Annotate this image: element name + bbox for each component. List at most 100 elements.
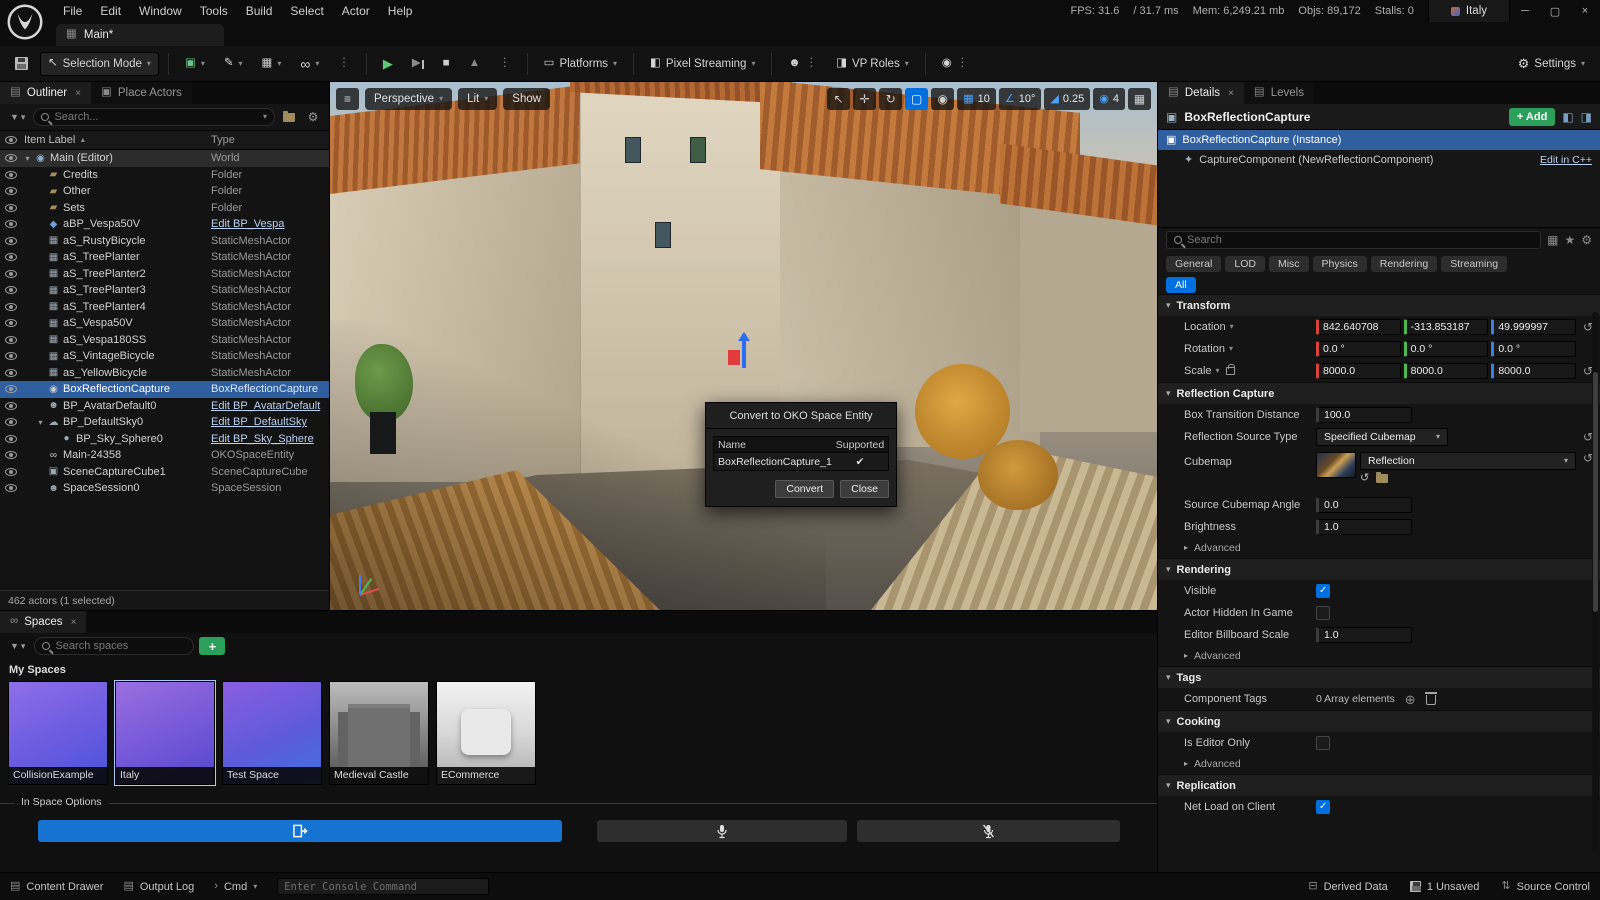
scrollbar-thumb[interactable] [1593, 372, 1598, 612]
add-component-button[interactable]: + Add [1509, 108, 1555, 126]
add-actor-button[interactable]: ▣▾ [178, 52, 212, 76]
close-button[interactable]: × [1570, 0, 1600, 22]
instance-row[interactable]: ▣ BoxReflectionCapture (Instance) [1158, 130, 1600, 150]
cinematics-button[interactable]: ∞▾ [293, 52, 326, 76]
unsaved-button[interactable]: 1 Unsaved [1410, 881, 1480, 893]
scale-x-field[interactable]: 8000.0 [1316, 363, 1401, 379]
scale-label[interactable]: Scale▾ [1184, 365, 1316, 377]
browse-to-asset-icon[interactable] [1376, 474, 1388, 483]
visibility-eye-icon[interactable] [0, 187, 22, 195]
rendering-advanced-expander[interactable]: ▸Advanced [1158, 646, 1600, 666]
edit-in-cpp-link[interactable]: Edit in C++ [1540, 154, 1592, 166]
table-row[interactable]: aS_TreePlanter2 StaticMeshActor [0, 266, 329, 283]
tab-details[interactable]: ▤ Details × [1158, 82, 1244, 104]
table-row[interactable]: Sets Folder [0, 200, 329, 217]
space-card[interactable]: Medieval Castle [329, 681, 429, 785]
use-selected-asset-icon[interactable]: ↺ [1360, 473, 1369, 484]
world-local-toggle[interactable]: ◉ [931, 88, 954, 110]
actor-hidden-checkbox[interactable] [1316, 606, 1330, 620]
table-row[interactable]: aS_TreePlanter StaticMeshActor [0, 249, 329, 266]
net-load-checkbox[interactable] [1316, 800, 1330, 814]
camera-button[interactable]: ◉⋮ [935, 52, 976, 76]
select-tool-button[interactable]: ↖ [827, 88, 850, 110]
visibility-eye-icon[interactable] [0, 336, 22, 344]
tab-spaces[interactable]: ∞ Spaces × [0, 611, 86, 633]
tab-main-level[interactable]: ▦ Main* [56, 24, 224, 46]
scale-tool-button[interactable]: ▢ [905, 88, 928, 110]
section-cooking[interactable]: ▾Cooking [1158, 710, 1600, 732]
visible-checkbox[interactable] [1316, 584, 1330, 598]
favorites-star-icon[interactable]: ★ [1564, 234, 1575, 246]
search-input[interactable] [1187, 234, 1533, 246]
vp-roles-dropdown[interactable]: ◨ VP Roles ▾ [829, 52, 916, 76]
visibility-eye-icon[interactable] [0, 270, 22, 278]
gizmo-blue-axis[interactable] [742, 334, 746, 368]
table-row[interactable]: BoxReflectionCapture BoxReflectionCaptur… [0, 381, 329, 398]
space-card[interactable]: ECommerce [436, 681, 536, 785]
camera-speed-control[interactable]: ◉ 4 [1093, 88, 1125, 110]
filter-chip[interactable]: Rendering [1371, 256, 1437, 272]
visibility-eye-icon[interactable] [0, 204, 22, 212]
box-transition-field[interactable]: 100.0 [1316, 407, 1412, 423]
close-tab-icon[interactable]: × [1228, 88, 1234, 99]
filter-chip-all[interactable]: All [1166, 277, 1196, 293]
source-type-dropdown[interactable]: Specified Cubemap▾ [1316, 428, 1448, 446]
visibility-eye-icon[interactable] [0, 220, 22, 228]
save-button[interactable] [8, 52, 35, 76]
cmd-dropdown[interactable]: › Cmd ▾ [214, 881, 257, 893]
filter-button[interactable]: ▼▾ [6, 111, 29, 124]
brightness-field[interactable]: 1.0 [1316, 519, 1412, 535]
rotate-tool-button[interactable]: ↻ [879, 88, 902, 110]
section-tags[interactable]: ▾Tags [1158, 666, 1600, 688]
tab-outliner[interactable]: ▤ Outliner × [0, 82, 91, 104]
table-row[interactable]: SceneCaptureCube1 SceneCaptureCube [0, 464, 329, 481]
search-input[interactable] [54, 111, 258, 123]
scale-y-field[interactable]: 8000.0 [1404, 363, 1489, 379]
pixel-streaming-dropdown[interactable]: ◧ Pixel Streaming ▾ [643, 52, 762, 76]
trash-icon[interactable] [1426, 695, 1436, 705]
edit-blueprint-icon[interactable]: ◨ [1581, 111, 1592, 123]
billboard-scale-field[interactable]: 1.0 [1316, 627, 1412, 643]
visibility-eye-icon[interactable] [0, 253, 22, 261]
scale-z-field[interactable]: 8000.0 [1491, 363, 1576, 379]
column-type[interactable]: Type [211, 134, 329, 146]
component-row[interactable]: ✦ CaptureComponent (NewReflectionCompone… [1158, 150, 1600, 170]
level-sequence-button[interactable]: ▦▾ [254, 52, 288, 76]
close-tab-icon[interactable]: × [71, 617, 77, 628]
menu-item[interactable]: Actor [333, 0, 379, 22]
search-spaces-input[interactable] [55, 640, 186, 652]
visibility-eye-icon[interactable] [0, 402, 22, 410]
stop-button[interactable]: ■ [436, 52, 457, 76]
viewport-layout-button[interactable]: ▦ [1128, 88, 1151, 110]
scale-snap-control[interactable]: ◢ 0.25 [1044, 88, 1090, 110]
space-card[interactable]: Italy [115, 681, 215, 785]
table-row[interactable]: aS_RustyBicycle StaticMeshActor [0, 233, 329, 250]
table-row[interactable]: Other Folder [0, 183, 329, 200]
menu-item[interactable]: Window [130, 0, 191, 22]
minimize-button[interactable]: ─ [1510, 0, 1540, 22]
details-search[interactable] [1166, 231, 1541, 249]
visibility-eye-icon[interactable] [0, 352, 22, 360]
settings-dropdown[interactable]: ⚙ Settings ▾ [1511, 52, 1592, 76]
filter-chip[interactable]: Misc [1269, 256, 1309, 272]
microphone-button[interactable] [597, 820, 847, 842]
avatar-button[interactable]: ☻⋮ [781, 52, 824, 76]
cubemap-angle-field[interactable]: 0.0 [1316, 497, 1412, 513]
display-filter-icon[interactable]: ▦ [1547, 234, 1558, 246]
visibility-eye-icon[interactable] [0, 484, 22, 492]
menu-item[interactable]: Build [237, 0, 282, 22]
console-command-input[interactable] [277, 878, 489, 895]
visibility-eye-icon[interactable] [0, 435, 22, 443]
visibility-eye-icon[interactable] [0, 154, 22, 162]
cooking-advanced-expander[interactable]: ▸Advanced [1158, 754, 1600, 774]
table-row[interactable]: ▾ Main (Editor) World [0, 150, 329, 167]
table-row[interactable]: Main-24358 OKOSpaceEntity [0, 447, 329, 464]
tab-place-actors[interactable]: ▣ Place Actors [91, 82, 192, 104]
filter-button[interactable]: ▼▾ [6, 640, 29, 653]
table-row[interactable]: ▾ BP_DefaultSky0 Edit BP_DefaultSky [0, 414, 329, 431]
maximize-button[interactable]: ▢ [1540, 0, 1570, 22]
menu-item[interactable]: Select [281, 0, 332, 22]
dialog-row[interactable]: BoxReflectionCapture_1 ✔ [714, 453, 888, 470]
lock-icon[interactable] [1226, 367, 1235, 375]
table-row[interactable]: aS_Vespa180SS StaticMeshActor [0, 332, 329, 349]
